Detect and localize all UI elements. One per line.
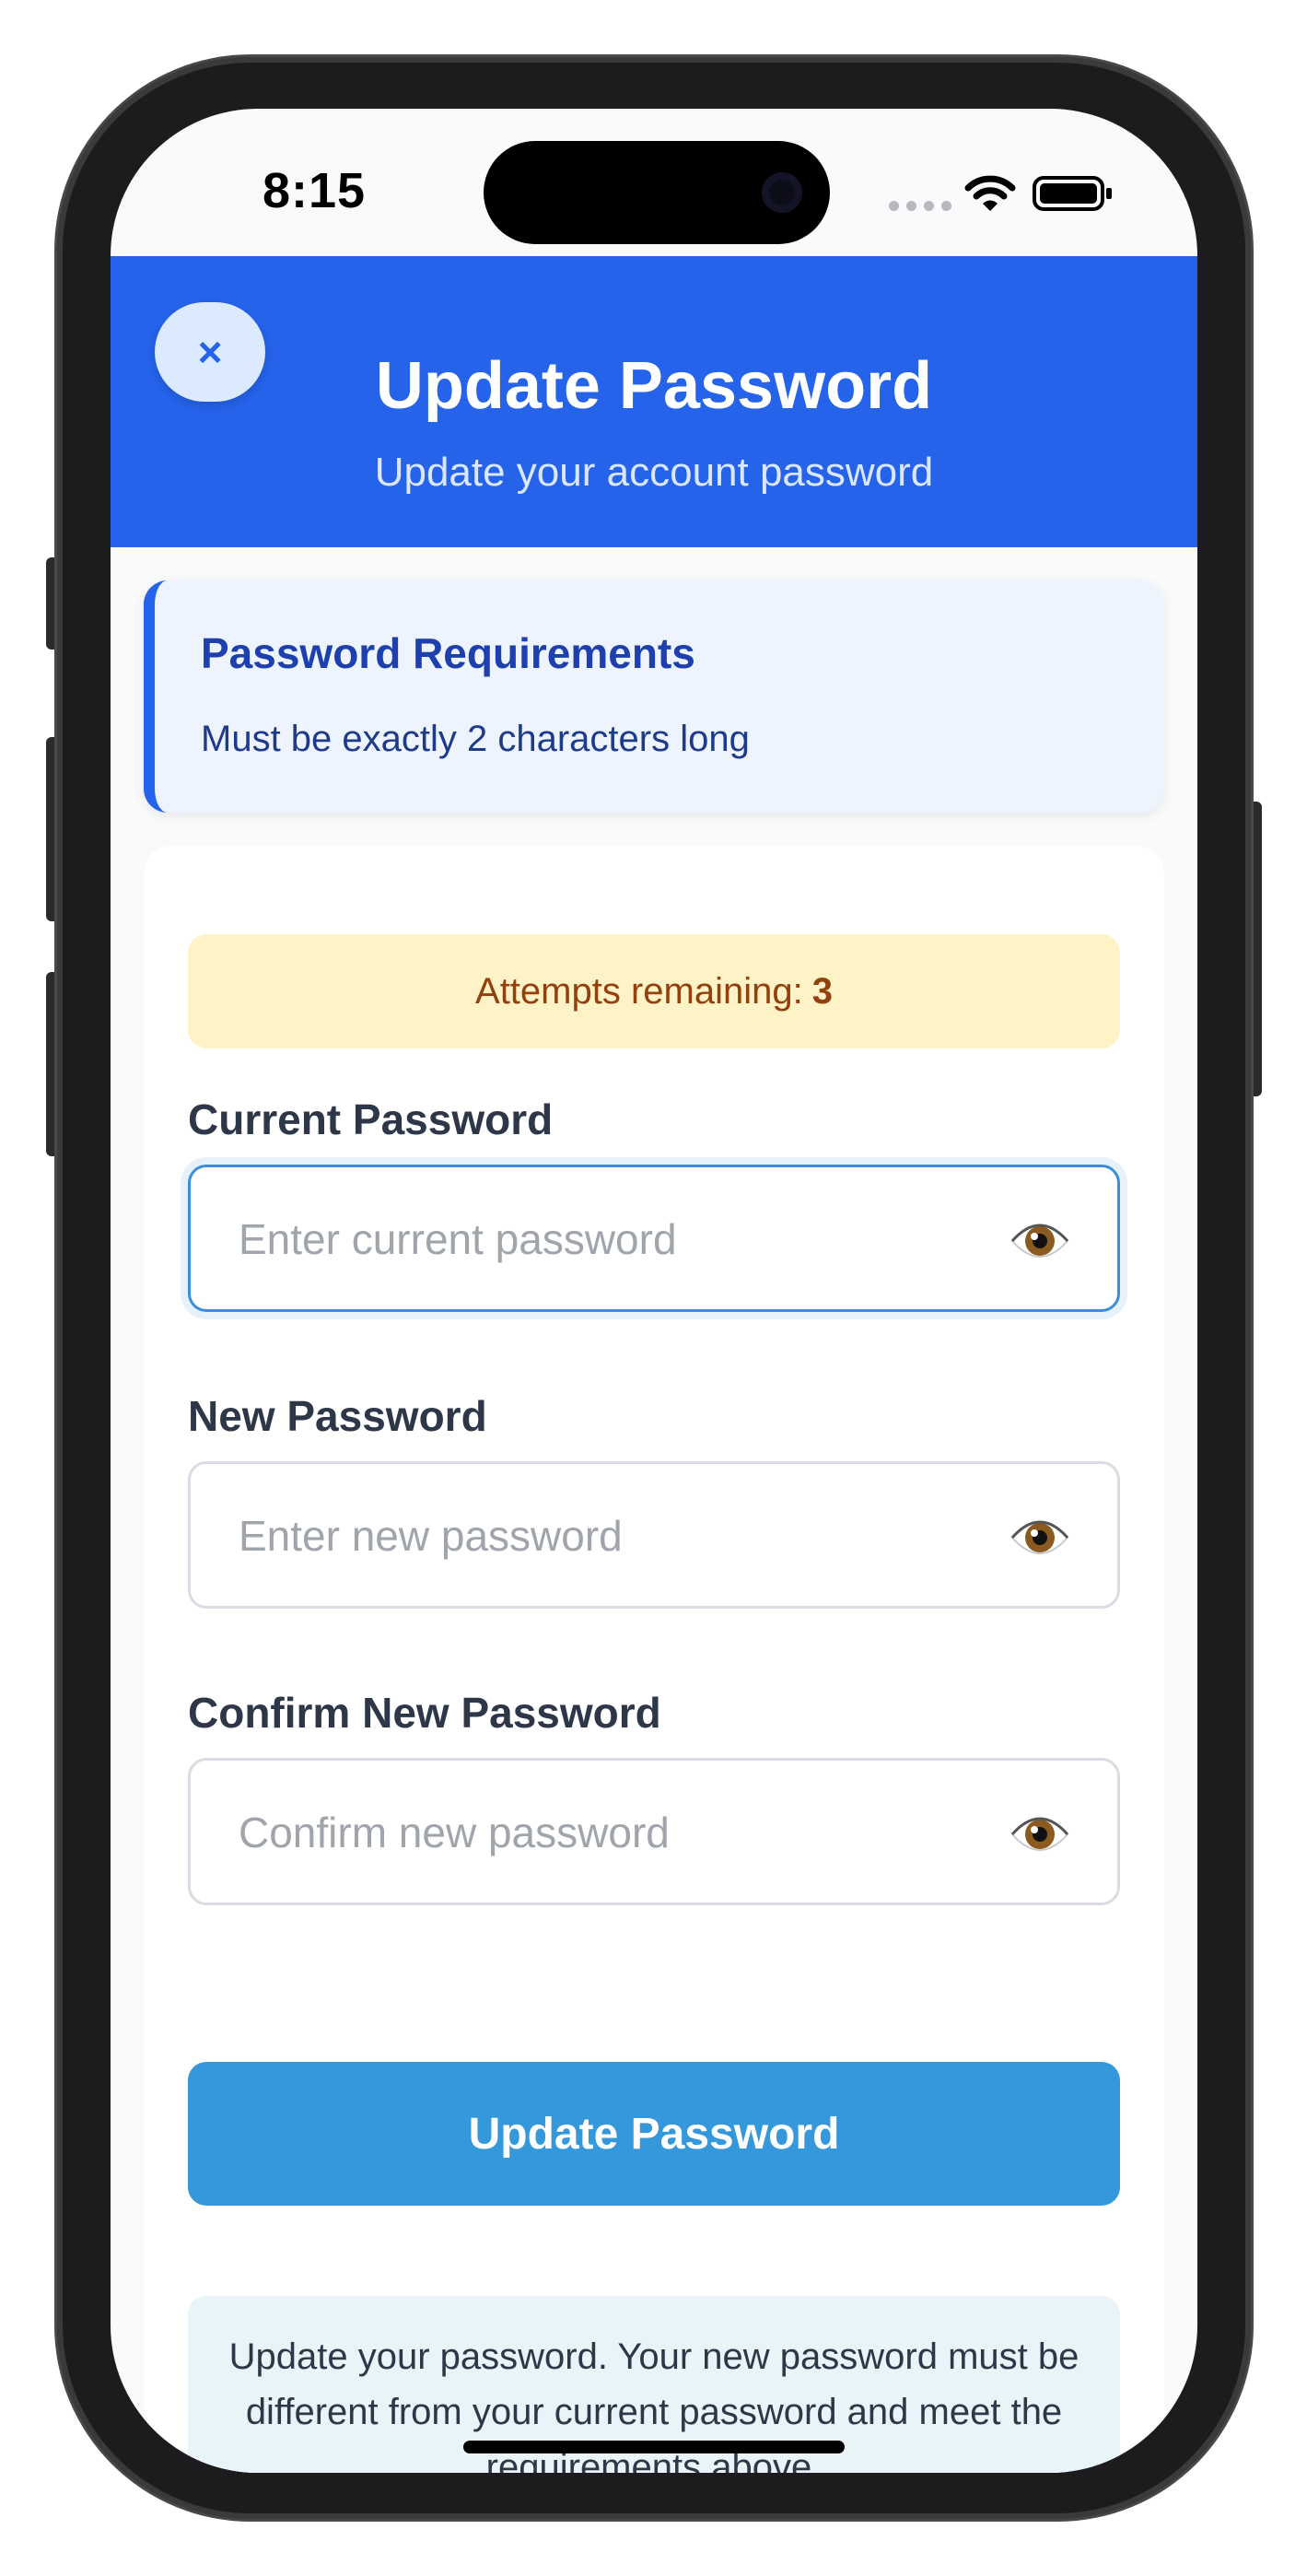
attempts-banner: Attempts remaining: 3 [188, 934, 1120, 1048]
current-password-label: Current Password [188, 1095, 554, 1143]
requirements-text: Must be exactly 2 characters long [201, 719, 750, 759]
header: × Update Password Update your account pa… [111, 256, 1197, 547]
status-bar: 8:15 [111, 109, 1197, 256]
current-password-field[interactable] [188, 1165, 1120, 1312]
password-form: Attempts remaining: 3 Current Password N… [144, 846, 1164, 2473]
confirm-password-label: Confirm New Password [188, 1689, 661, 1737]
attempts-count: 3 [811, 970, 833, 1012]
confirm-password-field[interactable] [188, 1758, 1120, 1905]
status-time: 8:15 [263, 163, 367, 218]
requirements-card: Password Requirements Must be exactly 2 … [144, 580, 1164, 813]
battery-icon [1033, 176, 1112, 211]
update-password-button[interactable]: Update Password [188, 2062, 1120, 2206]
requirements-title: Password Requirements [201, 629, 695, 677]
page-title: Update Password [375, 349, 933, 423]
confirm-password-input[interactable] [237, 1761, 959, 1904]
eye-icon[interactable] [1010, 1213, 1069, 1269]
eye-icon[interactable] [1010, 1510, 1069, 1565]
signal-dots-icon [889, 201, 951, 211]
wifi-icon [964, 175, 1016, 211]
home-indicator[interactable] [463, 2441, 845, 2453]
attempts-label: Attempts remaining: [475, 970, 803, 1012]
dynamic-island [484, 141, 830, 244]
new-password-input[interactable] [237, 1464, 959, 1608]
page-subtitle: Update your account password [374, 450, 934, 495]
power-button [1249, 802, 1262, 1096]
phone-screen: 8:15 × Update Password Update your accou… [111, 109, 1197, 2473]
new-password-field[interactable] [188, 1461, 1120, 1609]
new-password-label: New Password [188, 1392, 487, 1440]
current-password-input[interactable] [237, 1167, 959, 1311]
eye-icon[interactable] [1010, 1807, 1069, 1862]
camera-icon [762, 172, 802, 213]
